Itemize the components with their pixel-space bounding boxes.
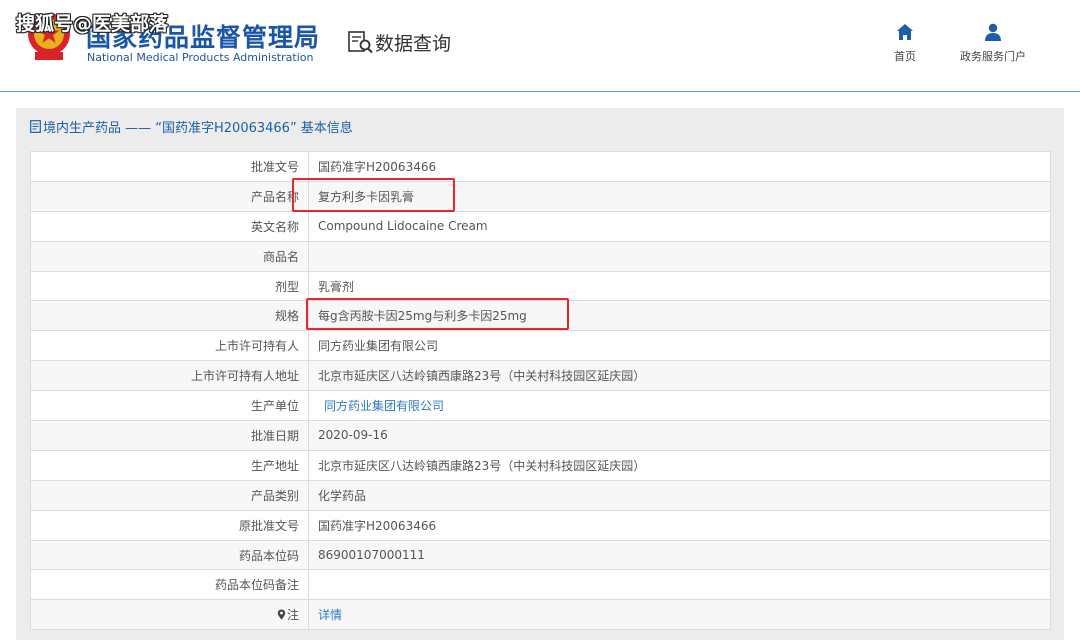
row-value: 国药准字H20063466 [308,509,1051,541]
row-label: 原批准文号 [30,509,309,541]
row-value: 同方药业集团有限公司 [308,390,1051,422]
table-row: 规格 每g含丙胺卡因25mg与利多卡因25mg [30,300,1051,332]
table-row: 原批准文号 国药准字H20063466 [30,509,1051,541]
row-label: 批准日期 [30,420,309,451]
user-icon [985,23,1001,41]
nav-service-portal-label: 政务服务门户 [960,50,1026,63]
watermark-text: 搜狐号@医美部落 [16,13,169,35]
data-query-label: 数据查询 [375,33,452,55]
data-query-icon [348,31,373,54]
row-value: 同方药业集团有限公司 [308,330,1051,362]
table-row: 剂型 乳膏剂 [30,270,1051,302]
site-header: 国家药品监督管理局 National Medical Products Admi… [0,0,1080,92]
row-value: 化学药品 [308,479,1051,511]
row-value: 86900107000111 [308,539,1051,571]
row-value: 2020-09-16 [308,420,1051,451]
row-label: 产品名称 [30,180,309,212]
row-value [308,569,1051,601]
row-label: 产品类别 [30,479,309,511]
row-value: 北京市延庆区八达岭镇西康路23号（中关村科技园区延庆园） [308,449,1051,481]
row-label: 生产地址 [30,449,309,481]
site-subtitle: National Medical Products Administration [87,51,314,64]
nav-home-label: 首页 [894,50,916,63]
row-value: 北京市延庆区八达岭镇西康路23号（中关村科技园区延庆园） [308,360,1051,392]
table-row: 药品本位码 86900107000111 [30,539,1051,571]
row-label: 上市许可持有人 [30,330,309,362]
row-label: 批准文号 [30,151,309,182]
note-label: 注 [286,608,299,623]
panel-title: 境内生产药品 —— “国药准字H20063466” 基本信息 [30,117,353,136]
row-label: 商品名 [30,240,309,272]
nav-service-portal[interactable]: 政务服务门户 [950,22,1036,64]
row-label: 生产单位 [30,390,309,422]
table-row: 药品本位码备注 [30,569,1051,601]
location-pin-icon [277,609,286,620]
table-row: 商品名 [30,240,1051,272]
table-row: 上市许可持有人地址 北京市延庆区八达岭镇西康路23号（中关村科技园区延庆园） [30,360,1051,392]
row-value: 乳膏剂 [308,270,1051,302]
row-value [308,240,1051,272]
table-row: 英文名称 Compound Lidocaine Cream [30,210,1051,242]
nav-home[interactable]: 首页 [884,22,926,64]
drug-info-panel: 境内生产药品 —— “国药准字H20063466” 基本信息 批准文号 国药准字… [16,108,1064,640]
table-row: 批准文号 国药准字H20063466 [30,151,1051,182]
row-value: 复方利多卡因乳膏 [308,180,1051,212]
row-label: 英文名称 [30,210,309,242]
row-label: 药品本位码 [30,539,309,571]
row-label: 药品本位码备注 [30,569,309,601]
panel-title-text: 境内生产药品 —— “国药准字H20063466” 基本信息 [43,121,353,136]
home-icon [897,24,913,40]
table-row: 生产地址 北京市延庆区八达岭镇西康路23号（中关村科技园区延庆园） [30,449,1051,481]
row-value: 详情 [308,599,1051,631]
header-divider [0,91,1080,92]
drug-info-table: 批准文号 国药准字H20063466 产品名称 复方利多卡因乳膏 英文名称 Co… [30,151,1051,631]
manufacturer-link[interactable]: 同方药业集团有限公司 [324,399,444,413]
row-label: 注 [30,599,309,631]
table-row: 注 详情 [30,599,1051,631]
row-value: Compound Lidocaine Cream [308,210,1051,242]
row-label: 上市许可持有人地址 [30,360,309,392]
document-icon [30,120,41,133]
table-row: 产品类别 化学药品 [30,479,1051,511]
table-row: 产品名称 复方利多卡因乳膏 [30,180,1051,212]
table-row: 批准日期 2020-09-16 [30,420,1051,451]
row-label: 剂型 [30,270,309,302]
table-row: 上市许可持有人 同方药业集团有限公司 [30,330,1051,362]
row-label: 规格 [30,300,309,332]
details-link[interactable]: 详情 [318,608,342,622]
row-value: 每g含丙胺卡因25mg与利多卡因25mg [308,300,1051,332]
table-row: 生产单位 同方药业集团有限公司 [30,390,1051,422]
row-value: 国药准字H20063466 [308,151,1051,182]
